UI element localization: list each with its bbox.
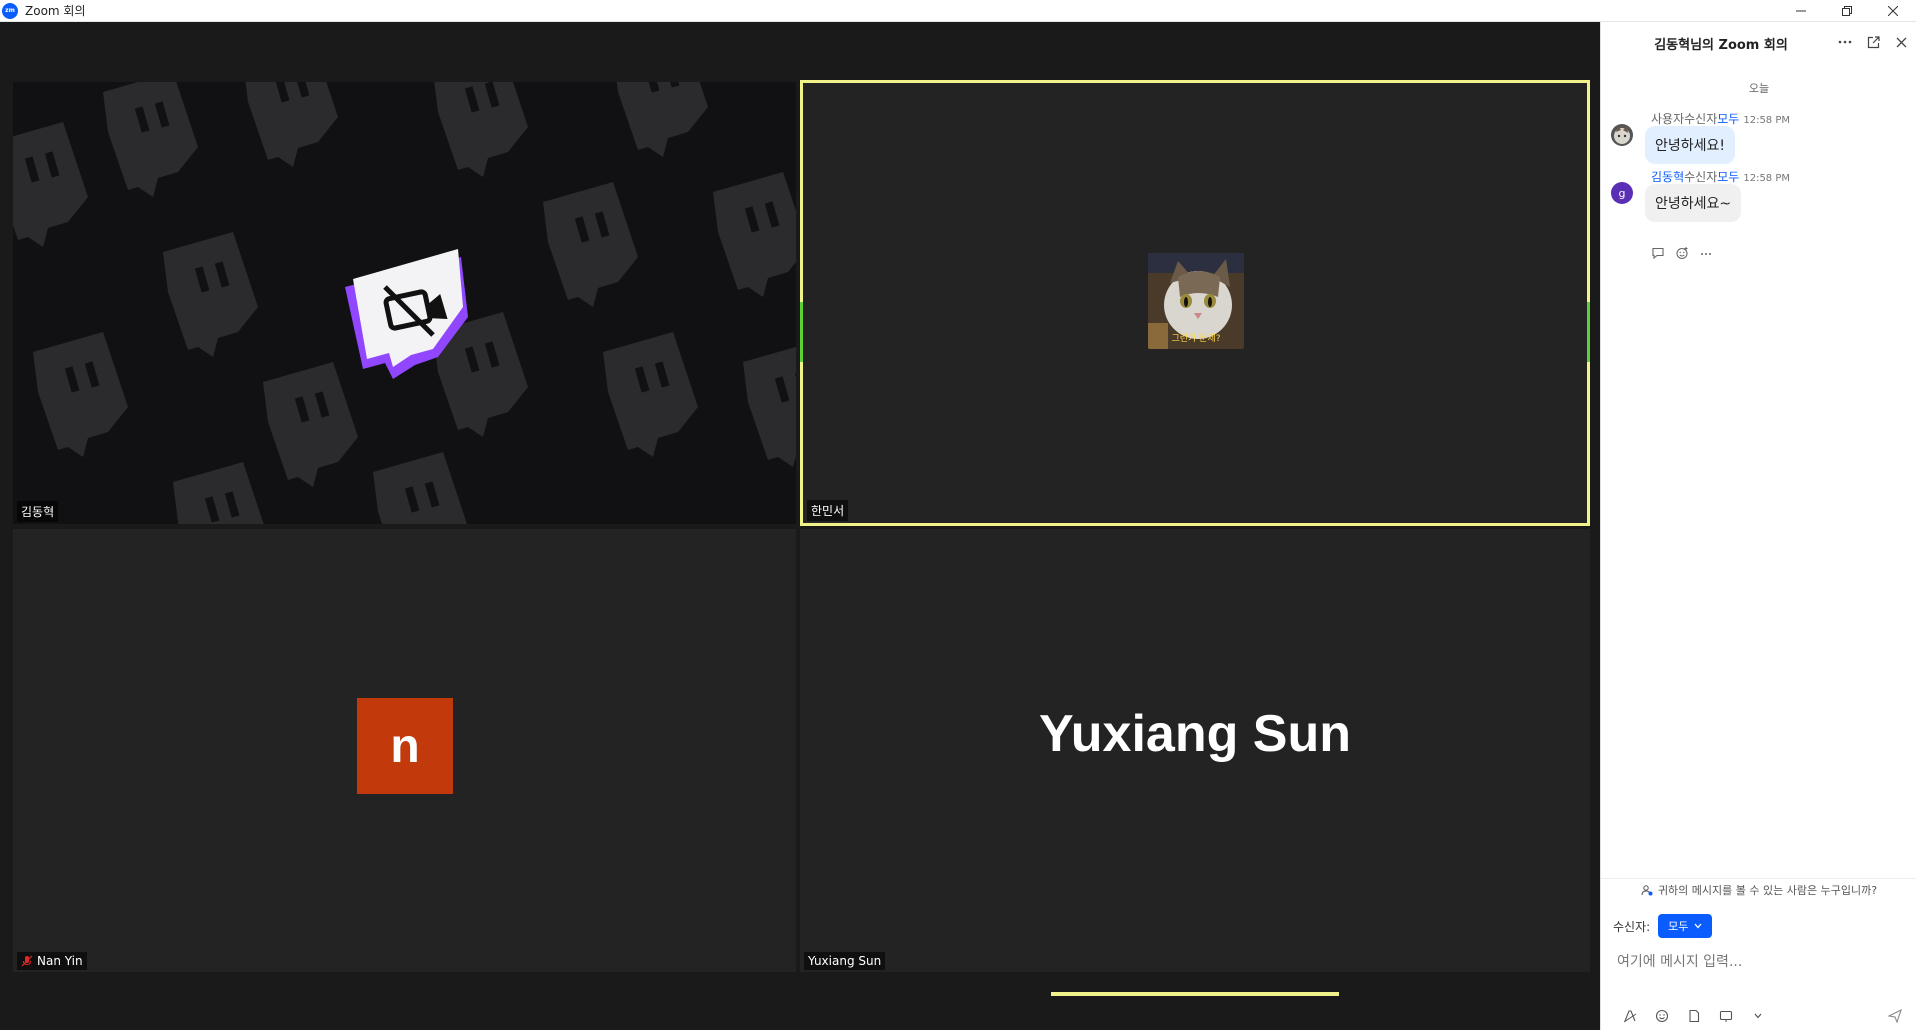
restore-button[interactable] [1824, 0, 1870, 22]
restore-icon [1842, 6, 1852, 16]
message-recipient[interactable]: 모두 [1717, 170, 1739, 184]
camera-off-icon [345, 249, 468, 379]
minimize-icon [1796, 10, 1806, 12]
participant-name-label: 김동혁 [17, 501, 59, 522]
chevron-down-icon [1754, 1013, 1762, 1019]
file-icon [1689, 1009, 1700, 1023]
profile-photo-cat: 그런가 문제? [1148, 253, 1244, 349]
format-text-icon [1623, 1010, 1637, 1023]
chat-header-actions [1835, 32, 1911, 52]
privacy-hint-text: 귀하의 메시지를 볼 수 있는 사람은 누구입니까? [1657, 883, 1878, 897]
zoom-logo-icon: zm [2, 2, 18, 19]
participant-display-name: Yuxiang Sun [1038, 705, 1352, 763]
recipient-dropdown[interactable]: 모두 [1658, 914, 1713, 938]
chat-panel: 김동혁님의 Zoom 회의 오늘 사용자수신자모두 12:58 PM 안녕하세요… [1600, 22, 1916, 1030]
message-meta: 김동혁수신자모두 12:58 PM [1651, 168, 1790, 185]
screenshot-icon [1719, 1010, 1733, 1022]
speaking-indicator [1587, 302, 1590, 362]
chat-toolbar [1621, 1007, 1767, 1025]
participant-tile[interactable]: n Nan Yin [13, 529, 796, 972]
participant-tile[interactable]: Yuxiang Sun Yuxiang Sun [800, 529, 1590, 972]
message-bubble[interactable]: 안녕하세요~ [1645, 184, 1742, 222]
participant-name: 김동혁 [21, 505, 55, 519]
message-visibility-hint[interactable]: 귀하의 메시지를 볼 수 있는 사람은 누구입니까? [1601, 878, 1916, 900]
add-reaction-icon[interactable] [1675, 246, 1689, 264]
participant-tile[interactable]: 김동혁 [13, 82, 796, 524]
chevron-down-icon [1694, 923, 1702, 929]
participant-name-label: Yuxiang Sun [804, 952, 886, 970]
chat-header: 김동혁님의 Zoom 회의 [1601, 22, 1916, 62]
participant-name: 한민서 [811, 504, 845, 518]
more-icon [1838, 40, 1852, 44]
send-button[interactable] [1884, 1005, 1906, 1027]
screenshot-button[interactable] [1717, 1007, 1735, 1025]
pop-out-chat-button[interactable] [1863, 32, 1883, 52]
message-to-label: 수신자 [1684, 170, 1718, 184]
message-time: 12:58 PM [1743, 173, 1790, 184]
date-divider: 오늘 [1748, 82, 1770, 95]
title-bar: zm Zoom 회의 [0, 0, 1916, 22]
close-icon [1888, 6, 1898, 16]
chat-message-input[interactable] [1617, 942, 1897, 982]
format-text-button[interactable] [1621, 1007, 1639, 1025]
close-icon [1896, 37, 1906, 47]
recipient-label: 수신자: [1613, 919, 1651, 934]
message-sender: 김동혁 [1651, 170, 1685, 184]
message-meta: 사용자수신자모두 12:58 PM [1651, 110, 1790, 127]
participant-tile-active-speaker[interactable]: 그런가 문제? 한민서 [800, 80, 1590, 526]
recipient-row: 수신자: 모두 [1613, 914, 1713, 938]
close-window-button[interactable] [1870, 0, 1916, 22]
avatar[interactable]: g [1611, 182, 1633, 204]
more-options-button[interactable] [1835, 32, 1855, 52]
participant-name: Yuxiang Sun [808, 954, 882, 968]
window-title: Zoom 회의 [25, 4, 86, 18]
participant-name: Nan Yin [37, 954, 83, 968]
reply-thread-icon[interactable] [1651, 246, 1665, 264]
window-controls [1778, 0, 1916, 22]
svg-text:그런가 문제?: 그런가 문제? [1171, 333, 1220, 344]
participant-initial-avatar: n [357, 698, 453, 794]
emoji-button[interactable] [1653, 1007, 1671, 1025]
message-bubble[interactable]: 안녕하세요! [1645, 126, 1736, 164]
emoji-icon [1655, 1009, 1669, 1023]
participant-name-label: 한민서 [807, 500, 849, 521]
pop-out-icon [1867, 35, 1880, 48]
message-to-label: 수신자 [1684, 112, 1718, 126]
message-actions [1651, 246, 1713, 264]
close-chat-button[interactable] [1891, 32, 1911, 52]
speaking-indicator [800, 302, 803, 362]
chat-title: 김동혁님의 Zoom 회의 [1654, 38, 1788, 53]
more-message-options-icon[interactable] [1699, 246, 1713, 264]
muted-microphone-icon [21, 955, 33, 967]
active-speaker-bar [1051, 992, 1339, 996]
more-tools-dropdown[interactable] [1749, 1007, 1767, 1025]
video-gallery: 김동혁 그런가 문제? 한민서 n Nan Yin Yuxiang Sun Yu… [0, 22, 1600, 1030]
avatar[interactable] [1611, 124, 1633, 146]
recipient-value: 모두 [1668, 920, 1689, 933]
minimize-button[interactable] [1778, 0, 1824, 22]
message-sender: 사용자 [1651, 112, 1685, 126]
participant-name-label: Nan Yin [17, 952, 87, 970]
message-recipient[interactable]: 모두 [1717, 112, 1739, 126]
people-info-icon [1641, 884, 1653, 895]
send-icon [1888, 1009, 1902, 1023]
attach-file-button[interactable] [1685, 1007, 1703, 1025]
message-time: 12:58 PM [1743, 115, 1790, 126]
